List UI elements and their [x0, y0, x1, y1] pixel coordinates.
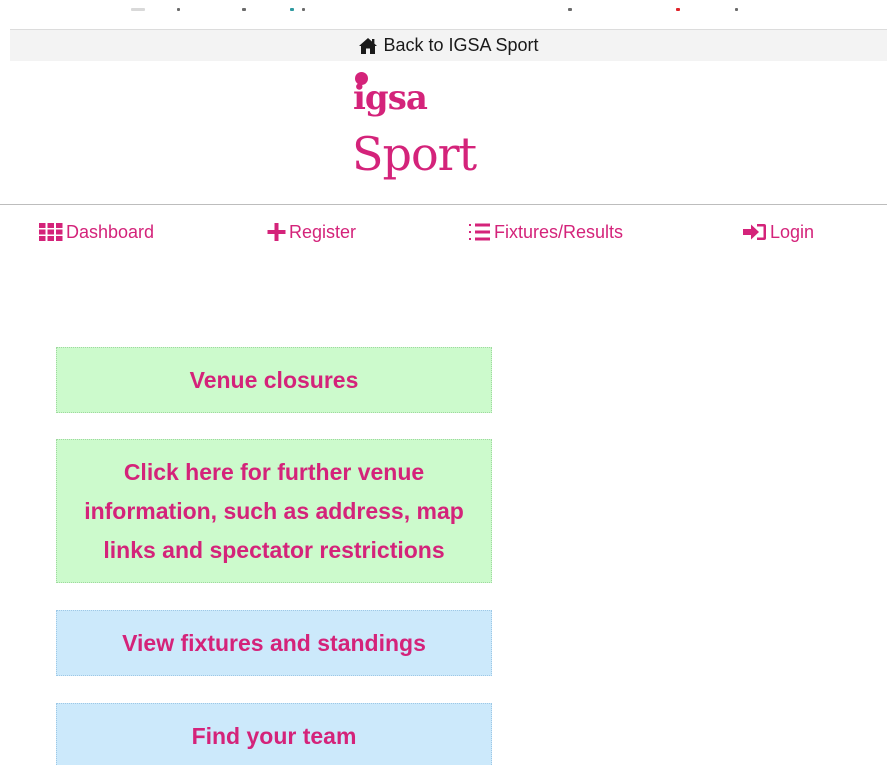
- back-to-site-link[interactable]: Back to IGSA Sport: [10, 29, 887, 61]
- view-fixtures-standings-button[interactable]: View fixtures and standings: [56, 610, 492, 676]
- logo-line-sport: Sport: [352, 127, 477, 181]
- card-label: Click here for further venue information…: [84, 458, 464, 563]
- nav-label: Dashboard: [66, 221, 155, 242]
- logo-line-igsa: igsa: [353, 78, 428, 118]
- nav-item-dashboard[interactable]: Dashboard: [39, 215, 154, 249]
- plus-icon: [267, 223, 286, 241]
- home-icon: [359, 37, 378, 54]
- igsa-sport-logo[interactable]: igsa Sport: [352, 68, 492, 188]
- card-label: View fixtures and standings: [122, 629, 426, 656]
- nav-label: Register: [289, 221, 357, 242]
- card-label: Venue closures: [189, 366, 359, 393]
- nav-item-login[interactable]: Login: [743, 215, 814, 249]
- card-label: Find your team: [191, 722, 357, 749]
- header-divider: [0, 204, 887, 205]
- sign-in-icon: [743, 224, 766, 240]
- nav-label: Login: [770, 221, 815, 242]
- find-your-team-button[interactable]: Find your team: [56, 703, 492, 765]
- cropped-top-strip: [0, 0, 887, 28]
- venue-information-button[interactable]: Click here for further venue information…: [56, 439, 492, 583]
- page: Back to IGSA Sport igsa Sport Dashboard: [0, 0, 887, 765]
- nav-label: Fixtures/Results: [494, 221, 624, 242]
- back-link-label: Back to IGSA Sport: [383, 35, 539, 55]
- main-nav: Dashboard Register Fixtures/Results Logi…: [0, 215, 887, 249]
- grid-icon: [39, 223, 63, 241]
- list-icon: [469, 223, 490, 241]
- nav-item-fixtures-results[interactable]: Fixtures/Results: [469, 215, 623, 249]
- nav-item-register[interactable]: Register: [267, 215, 356, 249]
- venue-closures-button[interactable]: Venue closures: [56, 347, 492, 413]
